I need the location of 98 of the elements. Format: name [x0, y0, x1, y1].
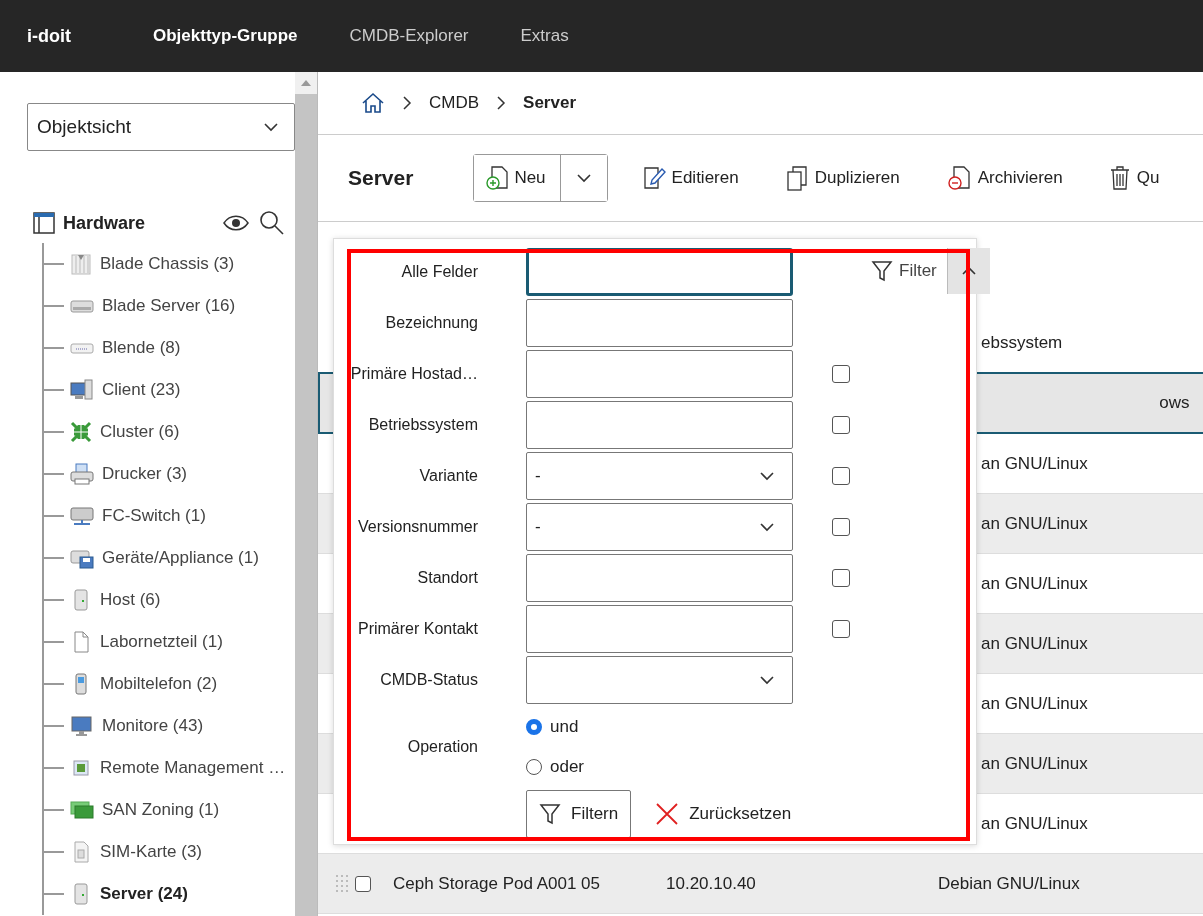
switch-icon: [70, 505, 94, 527]
picture-icon: [70, 757, 92, 779]
copy-icon: [784, 165, 809, 191]
tree-item[interactable]: Client (23): [102, 380, 181, 400]
checkbox[interactable]: [832, 569, 850, 587]
close-icon: [655, 802, 680, 826]
tree-item[interactable]: Geräte/Appliance (1): [102, 548, 259, 568]
stacked-cards-icon: [70, 799, 94, 821]
drag-handle-icon: [335, 873, 349, 894]
field-label: Versionsnummer: [356, 517, 478, 537]
input-field[interactable]: [526, 554, 793, 602]
computer-icon: [70, 379, 94, 401]
tree-item[interactable]: Blende (8): [102, 338, 181, 358]
table-cell-text: an GNU/Linux: [980, 513, 1089, 534]
field-label: Variante: [418, 466, 478, 486]
trash-icon: [1108, 165, 1131, 191]
radio-option[interactable]: oder: [526, 757, 793, 777]
table-cell-text: an GNU/Linux: [980, 693, 1089, 714]
funnel-icon: [539, 803, 561, 825]
tree-item[interactable]: Host (6): [100, 590, 161, 610]
field-label: CMDB-Status: [379, 670, 478, 690]
field-label: Primärer Kontakt: [356, 619, 478, 639]
chevron-right-icon: [401, 96, 413, 110]
toolbar-button[interactable]: Editieren: [641, 165, 739, 191]
breadcrumb-link[interactable]: Server: [523, 93, 576, 113]
nav-tab[interactable]: Objekttyp-Gruppe: [127, 26, 324, 46]
checkbox[interactable]: [832, 518, 850, 536]
toolbar-button[interactable]: Archivieren: [945, 165, 1063, 191]
checkbox[interactable]: [832, 620, 850, 638]
edit-icon: [641, 165, 666, 191]
printer-icon: [70, 463, 94, 485]
filter-button[interactable]: Filtern: [526, 790, 632, 838]
tree-item[interactable]: FC-Switch (1): [102, 506, 206, 526]
appliance-icon: [70, 547, 94, 569]
select-field[interactable]: -: [526, 503, 793, 551]
table-cell-text: an GNU/Linux: [980, 753, 1089, 774]
table-cell-text: 10.20.10.40: [666, 873, 757, 894]
checkbox[interactable]: [832, 416, 850, 434]
tree-item[interactable]: SIM-Karte (3): [100, 842, 203, 862]
table-cell-text: an GNU/Linux: [980, 633, 1089, 654]
breadcrumb-link[interactable]: CMDB: [429, 93, 480, 113]
table-cell-text: an GNU/Linux: [980, 453, 1089, 474]
field-label: Standort: [416, 568, 478, 588]
tree-item[interactable]: SAN Zoning (1): [102, 800, 220, 820]
home-icon[interactable]: [361, 91, 385, 115]
column-header: ebssystem: [980, 333, 1064, 353]
tree-item[interactable]: Cluster (6): [100, 422, 180, 442]
logo: i-doit: [27, 25, 71, 47]
tree-heading: Hardware: [63, 212, 147, 234]
document-remove-icon: [945, 165, 972, 191]
chassis-icon: [70, 253, 92, 275]
filter-toggle[interactable]: Filter: [861, 248, 947, 294]
field-label: Betriebssystem: [367, 415, 478, 435]
table-cell-text: an GNU/Linux: [980, 573, 1089, 594]
page-title: Server: [348, 166, 414, 190]
tree-item[interactable]: Server (24): [100, 884, 188, 904]
toolbar-button[interactable]: Qu: [1108, 165, 1160, 191]
table-cell-text: an GNU/Linux: [980, 813, 1089, 834]
radio-option[interactable]: und: [526, 717, 793, 737]
reset-button[interactable]: Zurücksetzen: [655, 802, 792, 826]
table-cell-text: Debian GNU/Linux: [938, 873, 1081, 894]
table-cell-text: Ceph Storage Pod A001 05: [393, 873, 601, 894]
chevron-right-icon: [495, 96, 508, 110]
eye-icon[interactable]: [223, 214, 249, 232]
new-button[interactable]: Neu: [474, 155, 561, 201]
tree-item[interactable]: Remote Management …: [100, 758, 286, 778]
input-field[interactable]: [526, 401, 793, 449]
search-icon[interactable]: [259, 210, 285, 236]
tree-item[interactable]: Blade Chassis (3): [100, 254, 235, 274]
tree-item[interactable]: Labornetzteil (1): [100, 632, 223, 652]
checkbox[interactable]: [832, 365, 850, 383]
view-dropdown[interactable]: Objektsicht: [27, 103, 295, 151]
table-cell-text: ows: [1158, 393, 1190, 413]
select-field[interactable]: -: [526, 452, 793, 500]
row-checkbox[interactable]: [355, 875, 371, 892]
field-label: Alle Felder: [400, 262, 478, 282]
arrows-inward-icon: [70, 421, 92, 443]
tree-item[interactable]: Drucker (3): [102, 464, 187, 484]
window-icon: [33, 212, 55, 234]
field-label: Operation: [406, 737, 478, 757]
toolbar-button[interactable]: Duplizieren: [784, 165, 900, 191]
nav-tab[interactable]: Extras: [494, 26, 595, 46]
scroll-up-arrow-icon: [301, 79, 311, 87]
funnel-icon: [871, 260, 893, 282]
field-label: Bezeichnung: [384, 313, 478, 333]
tree-item[interactable]: Mobiltelefon (2): [100, 674, 218, 694]
monitor-icon: [70, 715, 94, 737]
field-label: Primäre Hostad…: [349, 364, 478, 384]
tree-item[interactable]: Monitore (43): [102, 716, 204, 736]
nav-tab[interactable]: CMDB-Explorer: [323, 26, 495, 46]
input-field[interactable]: [526, 299, 793, 347]
input-field[interactable]: [526, 350, 793, 398]
tree-item[interactable]: Blade Server (16): [102, 296, 236, 316]
input-field[interactable]: [526, 605, 793, 653]
select-field[interactable]: [526, 656, 793, 704]
checkbox[interactable]: [832, 467, 850, 485]
new-document-icon: [484, 165, 511, 191]
input-field[interactable]: [526, 248, 793, 296]
